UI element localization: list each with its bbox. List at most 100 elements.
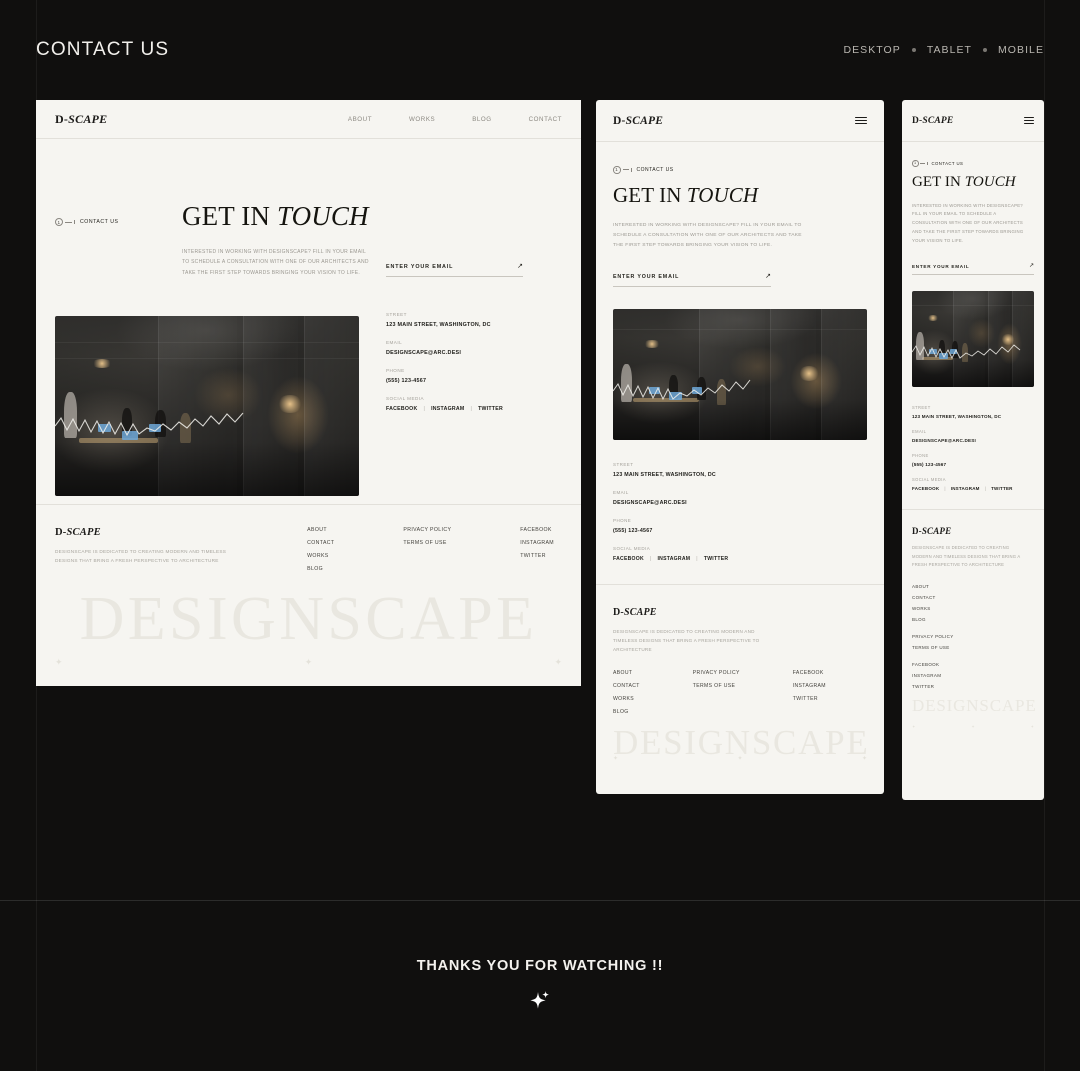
footer-link-about[interactable]: ABOUT (613, 670, 640, 676)
footer-column: PRIVACY POLICY TERMS OF USE (912, 634, 1034, 650)
footer-link-works[interactable]: WORKS (307, 553, 334, 559)
footer-link-terms-of-use[interactable]: TERMS OF USE (693, 683, 740, 689)
mobile-contact-info: STREET 123 MAIN STREET, WASHINGTON, DC E… (912, 405, 1034, 509)
logo-suffix: SCAPE (922, 115, 954, 126)
footer-logo[interactable]: D-SCAPE (613, 607, 867, 618)
footer-link-about[interactable]: ABOUT (307, 527, 334, 533)
desktop-nav[interactable]: ABOUT WORKS BLOG CONTACT (348, 116, 562, 123)
footer-link-contact[interactable]: CONTACT (912, 595, 1034, 600)
social-links[interactable]: FACEBOOK | INSTAGRAM | TWITTER (912, 486, 1034, 491)
desktop-site-footer: D-SCAPE DESIGNSCAPE IS DEDICATED TO CREA… (36, 504, 581, 686)
tablet-email-form[interactable]: ENTER YOUR EMAIL ↗ (613, 273, 771, 287)
footer-link-blog[interactable]: BLOG (307, 566, 334, 572)
footer-link-contact[interactable]: CONTACT (613, 683, 640, 689)
social-link-facebook[interactable]: FACEBOOK (386, 406, 417, 412)
desktop-logo[interactable]: D-SCAPE (55, 112, 107, 127)
footer-link-privacy-policy[interactable]: PRIVACY POLICY (693, 670, 740, 676)
footer-link-instagram[interactable]: INSTAGRAM (793, 683, 826, 689)
page-topbar: CONTACT US DESKTOP TABLET MOBILE (0, 0, 1080, 100)
arrow-up-right-icon[interactable]: ↗ (765, 273, 771, 280)
social-link-facebook[interactable]: FACEBOOK (613, 556, 644, 562)
footer-link-blog[interactable]: BLOG (613, 709, 640, 715)
footer-column: FACEBOOK INSTAGRAM TWITTER (520, 527, 554, 572)
footer-link-blog[interactable]: BLOG (912, 617, 1034, 622)
contact-field-label: STREET (912, 405, 931, 411)
nav-item-blog[interactable]: BLOG (472, 116, 491, 123)
contact-field: EMAIL DESIGNSCAPE@ARC.DESI (912, 429, 1034, 443)
contact-field-value[interactable]: (555) 123-4567 (613, 528, 867, 534)
footer-link-works[interactable]: WORKS (613, 696, 640, 702)
social-link-twitter[interactable]: TWITTER (478, 406, 503, 412)
contact-social: SOCIAL MEDIA FACEBOOK | INSTAGRAM | TWIT… (386, 396, 556, 412)
footer-link-facebook[interactable]: FACEBOOK (793, 670, 826, 676)
nav-item-contact[interactable]: CONTACT (529, 116, 562, 123)
eyebrow-dash-icon (622, 169, 629, 171)
mobile-mockup: D-SCAPE 1 CONTACT US GET IN TOUCH INTERE… (902, 100, 1044, 800)
device-option-tablet[interactable]: TABLET (927, 44, 972, 56)
footer-link-contact[interactable]: CONTACT (307, 540, 334, 546)
footer-link-terms-of-use[interactable]: TERMS OF USE (403, 540, 451, 546)
email-input-placeholder[interactable]: ENTER YOUR EMAIL (613, 274, 679, 280)
social-link-twitter[interactable]: TWITTER (704, 556, 728, 562)
eyebrow-endcap-icon (74, 220, 75, 224)
footer-link-twitter[interactable]: TWITTER (912, 684, 1034, 689)
social-link-instagram[interactable]: INSTAGRAM (658, 556, 691, 562)
contact-field-value[interactable]: DESIGNSCAPE@ARC.DESI (386, 350, 556, 356)
footer-logo[interactable]: D-SCAPE (55, 527, 235, 538)
desktop-email-form[interactable]: ENTER YOUR EMAIL ↗ (386, 263, 523, 277)
email-input-placeholder[interactable]: ENTER YOUR EMAIL (912, 264, 969, 269)
mobile-email-form[interactable]: ENTER YOUR EMAIL ↗ (912, 263, 1034, 276)
footer-link-facebook[interactable]: FACEBOOK (520, 527, 554, 533)
device-option-mobile[interactable]: MOBILE (998, 44, 1044, 56)
contact-field-value[interactable]: (555) 123-4567 (386, 378, 556, 384)
tablet-logo[interactable]: D-SCAPE (613, 115, 663, 127)
hamburger-menu-icon[interactable] (1024, 117, 1034, 124)
contact-field-value[interactable]: DESIGNSCAPE@ARC.DESI (613, 500, 867, 506)
footer-link-instagram[interactable]: INSTAGRAM (520, 540, 554, 546)
contact-field-value[interactable]: DESIGNSCAPE@ARC.DESI (912, 438, 1034, 443)
sparkle-icon: ✦ (737, 755, 743, 762)
logo-prefix: D- (912, 526, 922, 537)
footer-link-twitter[interactable]: TWITTER (520, 553, 554, 559)
social-link-facebook[interactable]: FACEBOOK (912, 486, 939, 491)
footer-link-twitter[interactable]: TWITTER (793, 696, 826, 702)
arrow-up-right-icon[interactable]: ↗ (1029, 263, 1034, 269)
arrow-up-right-icon[interactable]: ↗ (517, 263, 523, 270)
mobile-lede: INTERESTED IN WORKING WITH DESIGNSCAPE? … (912, 202, 1024, 243)
social-link-twitter[interactable]: TWITTER (991, 486, 1013, 491)
desktop-hero: 1 CONTACT US GET IN TOUCH INTERESTED IN … (36, 139, 581, 504)
tablet-headline: GET IN TOUCH (613, 183, 867, 208)
nav-item-works[interactable]: WORKS (409, 116, 435, 123)
desktop-mockup: D-SCAPE ABOUT WORKS BLOG CONTACT 1 CONTA… (36, 100, 581, 686)
mobile-logo[interactable]: D-SCAPE (912, 116, 953, 126)
nav-item-about[interactable]: ABOUT (348, 116, 372, 123)
contact-field-label: EMAIL (386, 340, 403, 345)
social-links[interactable]: FACEBOOK | INSTAGRAM | TWITTER (386, 406, 556, 412)
footer-link-facebook[interactable]: FACEBOOK (912, 662, 1034, 667)
decorative-zigzag-icon (55, 412, 244, 436)
hamburger-menu-icon[interactable] (855, 116, 867, 125)
contact-field-label: PHONE (386, 368, 405, 373)
footer-link-privacy-policy[interactable]: PRIVACY POLICY (912, 634, 1034, 639)
footer-link-about[interactable]: ABOUT (912, 584, 1034, 589)
social-links[interactable]: FACEBOOK | INSTAGRAM | TWITTER (613, 556, 867, 562)
email-input-placeholder[interactable]: ENTER YOUR EMAIL (386, 264, 453, 270)
social-separator: | (696, 555, 698, 562)
headline-regular: GET IN (182, 201, 277, 231)
device-switcher[interactable]: DESKTOP TABLET MOBILE (843, 44, 1044, 56)
footer-link-privacy-policy[interactable]: PRIVACY POLICY (403, 527, 451, 533)
social-link-instagram[interactable]: INSTAGRAM (431, 406, 464, 412)
footer-logo[interactable]: D-SCAPE (912, 526, 1034, 536)
footer-link-instagram[interactable]: INSTAGRAM (912, 673, 1034, 678)
contact-field-value[interactable]: (555) 123-4567 (912, 462, 1034, 467)
separator-dot-icon (983, 48, 988, 52)
footer-link-works[interactable]: WORKS (912, 606, 1034, 611)
footer-link-columns: ABOUT CONTACT WORKS BLOG PRIVACY POLICY … (613, 670, 867, 715)
decorative-zigzag-icon (613, 379, 751, 400)
logo-suffix: SCAPE (625, 114, 664, 127)
footer-link-terms-of-use[interactable]: TERMS OF USE (912, 645, 1034, 650)
desktop-site-header: D-SCAPE ABOUT WORKS BLOG CONTACT (36, 100, 581, 139)
footer-column: ABOUT CONTACT WORKS BLOG (307, 527, 334, 572)
device-option-desktop[interactable]: DESKTOP (843, 44, 900, 56)
social-link-instagram[interactable]: INSTAGRAM (951, 486, 980, 491)
